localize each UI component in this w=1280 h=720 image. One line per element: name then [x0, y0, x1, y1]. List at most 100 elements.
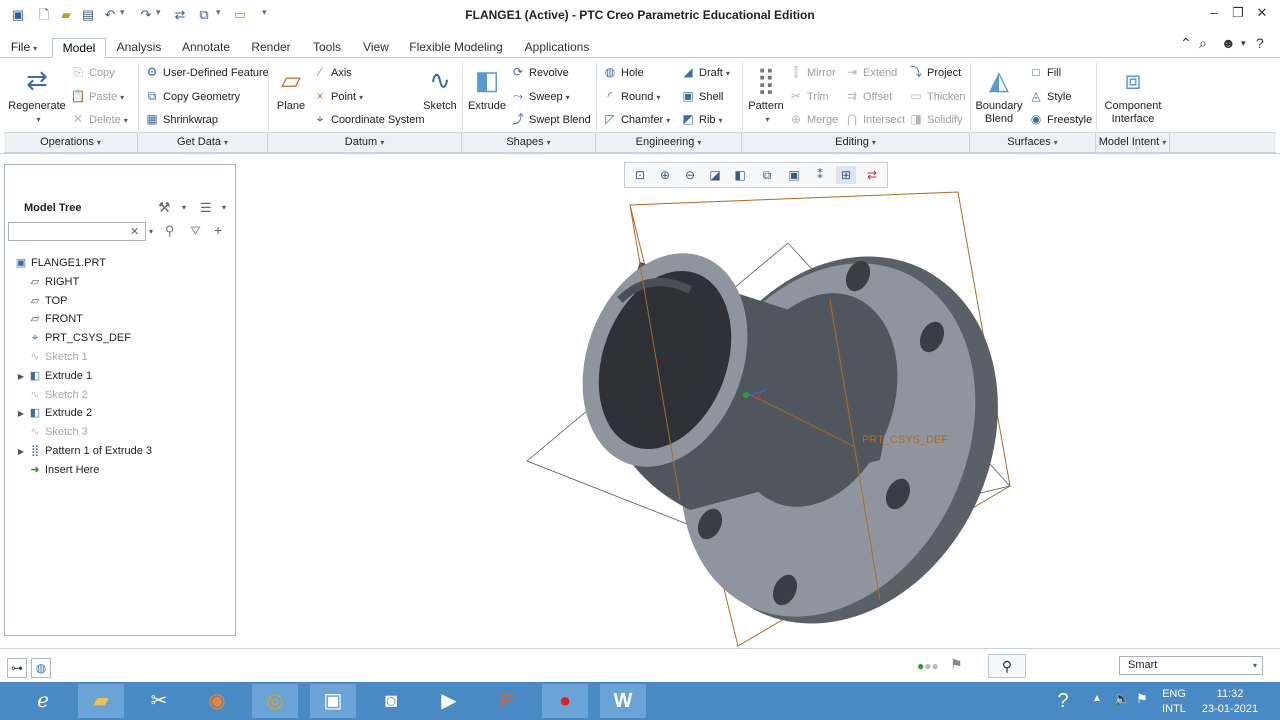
project-button[interactable]: ⤵ Project	[908, 62, 961, 82]
annotation-display-icon[interactable]: ⊞	[836, 166, 856, 184]
regenerate-button[interactable]: ⇄ Regenerate ▾	[8, 64, 66, 126]
tree-item[interactable]: ▱ FRONT	[14, 310, 83, 328]
offset-button[interactable]: ⇉ Offset	[844, 86, 892, 106]
datum-display-icon[interactable]: ⁑	[810, 166, 830, 184]
axis-button[interactable]: ⁄ Axis	[312, 62, 352, 82]
group-editing[interactable]: Editing ▾	[742, 132, 970, 153]
swept-blend-button[interactable]: ⤴ Swept Blend	[510, 109, 591, 129]
search-icon[interactable]: ⌕	[1199, 35, 1207, 52]
tree-item[interactable]: ▱ RIGHT	[14, 273, 79, 291]
tree-item[interactable]: ∿ Sketch 2	[14, 386, 87, 404]
zoom-icon[interactable]: ◙	[368, 684, 414, 718]
model-tree-search-input[interactable]	[8, 222, 146, 241]
tab-render[interactable]: Render	[242, 38, 300, 59]
community-dropdown-icon[interactable]: ▾	[1241, 38, 1246, 49]
tree-show-icon[interactable]: ☰	[200, 200, 212, 216]
refit-icon[interactable]: ⊡	[630, 166, 650, 184]
thicken-button[interactable]: ▭ Thicken	[908, 86, 965, 106]
tree-item[interactable]: ➜ Insert Here	[14, 461, 99, 479]
file-menu[interactable]: File ▾	[4, 38, 44, 57]
extrude-button[interactable]: ◧ Extrude	[466, 64, 508, 113]
powerpoint-icon[interactable]: P	[484, 684, 530, 718]
edge-icon[interactable]: ℯ	[20, 684, 66, 718]
style-button[interactable]: ◬ Style	[1028, 86, 1071, 106]
tree-item[interactable]: ▶ ◧ Extrude 2	[14, 404, 92, 422]
tree-item[interactable]: ∿ Sketch 3	[14, 423, 87, 441]
trim-button[interactable]: ✂ Trim	[788, 86, 829, 106]
show-navigator-icon[interactable]: ⊶	[7, 658, 27, 678]
tree-item[interactable]: ∿ Sketch 1	[14, 348, 87, 366]
tab-applications[interactable]: Applications	[514, 38, 600, 59]
group-model-intent[interactable]: Model Intent ▾	[1096, 132, 1170, 153]
pattern-button[interactable]: ⣿ Pattern ▾	[746, 64, 786, 126]
tray-expand-icon[interactable]: ▲	[1092, 693, 1102, 704]
tree-item[interactable]: ▱ TOP	[14, 292, 68, 310]
expand-arrow-icon[interactable]: ▶	[14, 405, 28, 423]
tab-annotate[interactable]: Annotate	[172, 38, 240, 59]
sweep-button[interactable]: ⤳ Sweep ▾	[510, 86, 569, 106]
file-explorer-icon[interactable]: ▰	[78, 684, 124, 718]
zoom-out-icon[interactable]: ⊖	[680, 166, 700, 184]
chrome-icon[interactable]: ◎	[252, 684, 298, 718]
tab-view[interactable]: View	[354, 38, 398, 59]
tab-analysis[interactable]: Analysis	[108, 38, 170, 59]
group-get-data[interactable]: Get Data ▾	[138, 132, 268, 153]
shrinkwrap-button[interactable]: ▦ Shrinkwrap	[144, 109, 218, 129]
creo-icon[interactable]: ▣	[310, 684, 356, 718]
round-button[interactable]: ◜ Round ▾	[602, 86, 661, 106]
tree-item[interactable]: ▶ ⣿ Pattern 1 of Extrude 3	[14, 442, 152, 460]
word-icon[interactable]: W	[600, 684, 646, 718]
tree-settings-icon[interactable]: ⚒	[158, 199, 171, 216]
selection-filter-select[interactable]: Smart ▾	[1119, 656, 1263, 675]
restore-icon[interactable]: ❐	[1227, 5, 1249, 23]
shell-button[interactable]: ▣ Shell	[680, 86, 723, 106]
collapse-ribbon-icon[interactable]: ⌃	[1180, 35, 1192, 52]
solidify-button[interactable]: ◨ Solidify	[908, 109, 962, 129]
help-icon[interactable]: ?	[1256, 35, 1264, 51]
snipping-tool-icon[interactable]: ✂	[136, 684, 182, 718]
tree-settings-dropdown-icon[interactable]: ▾	[182, 203, 186, 212]
group-operations[interactable]: Operations ▾	[4, 132, 138, 153]
expand-arrow-icon[interactable]: ▶	[14, 443, 28, 461]
plane-button[interactable]: ▱ Plane	[272, 64, 310, 113]
zoom-meeting-icon[interactable]: ▶	[426, 684, 472, 718]
clear-search-icon[interactable]: ✕	[130, 225, 139, 238]
help-tray-icon[interactable]: ?	[1042, 684, 1084, 718]
sketch-button[interactable]: ∿ Sketch	[420, 64, 460, 113]
volume-icon[interactable]: 🔈	[1114, 691, 1130, 707]
group-engineering[interactable]: Engineering ▾	[596, 132, 742, 153]
hole-button[interactable]: ◍ Hole	[602, 62, 644, 82]
show-browser-icon[interactable]: ◍	[31, 658, 51, 678]
repaint-icon[interactable]: ◪	[705, 166, 725, 184]
tab-model[interactable]: Model	[52, 38, 106, 59]
paste-button[interactable]: 📋 Paste ▾	[70, 86, 125, 106]
chamfer-button[interactable]: ◸ Chamfer ▾	[602, 109, 670, 129]
copy-geometry-button[interactable]: ⧉ Copy Geometry	[144, 86, 240, 106]
find-tool-icon[interactable]: ⚲	[988, 654, 1026, 678]
extend-button[interactable]: ⇥ Extend	[844, 62, 897, 82]
point-button[interactable]: × Point ▾	[312, 86, 363, 106]
input-language[interactable]: ENG INTL	[1158, 687, 1190, 717]
component-interface-button[interactable]: ⧈ Component Interface	[1100, 64, 1166, 126]
tab-tools[interactable]: Tools	[302, 38, 352, 59]
user-defined-feature-button[interactable]: ⚙ User-Defined Feature	[144, 62, 269, 82]
merge-button[interactable]: ⊕ Merge	[788, 109, 838, 129]
draft-button[interactable]: ◢ Draft ▾	[680, 62, 729, 82]
network-icon[interactable]: ⚑	[1136, 691, 1148, 707]
recorder-icon[interactable]: ●	[542, 684, 588, 718]
flag-icon[interactable]: ⚑	[950, 656, 963, 673]
tree-show-dropdown-icon[interactable]: ▾	[222, 203, 226, 212]
view-manager-icon[interactable]: ▣	[784, 166, 804, 184]
close-icon[interactable]: ✕	[1251, 5, 1273, 23]
find-icon[interactable]: ⚲	[165, 223, 175, 239]
expand-arrow-icon[interactable]: ▶	[14, 368, 28, 386]
minimize-icon[interactable]: –	[1203, 5, 1225, 23]
zoom-in-icon[interactable]: ⊕	[655, 166, 675, 184]
coordinate-system-button[interactable]: ⌖ Coordinate System	[312, 109, 425, 129]
freestyle-button[interactable]: ◉ Freestyle	[1028, 109, 1093, 129]
firefox-icon[interactable]: ◉	[194, 684, 240, 718]
display-style-icon[interactable]: ◧	[730, 166, 750, 184]
model-viewport[interactable]: PRT_CSYS_DEF	[236, 190, 1280, 650]
add-column-icon[interactable]: +	[214, 222, 222, 238]
fill-button[interactable]: □ Fill	[1028, 62, 1061, 82]
